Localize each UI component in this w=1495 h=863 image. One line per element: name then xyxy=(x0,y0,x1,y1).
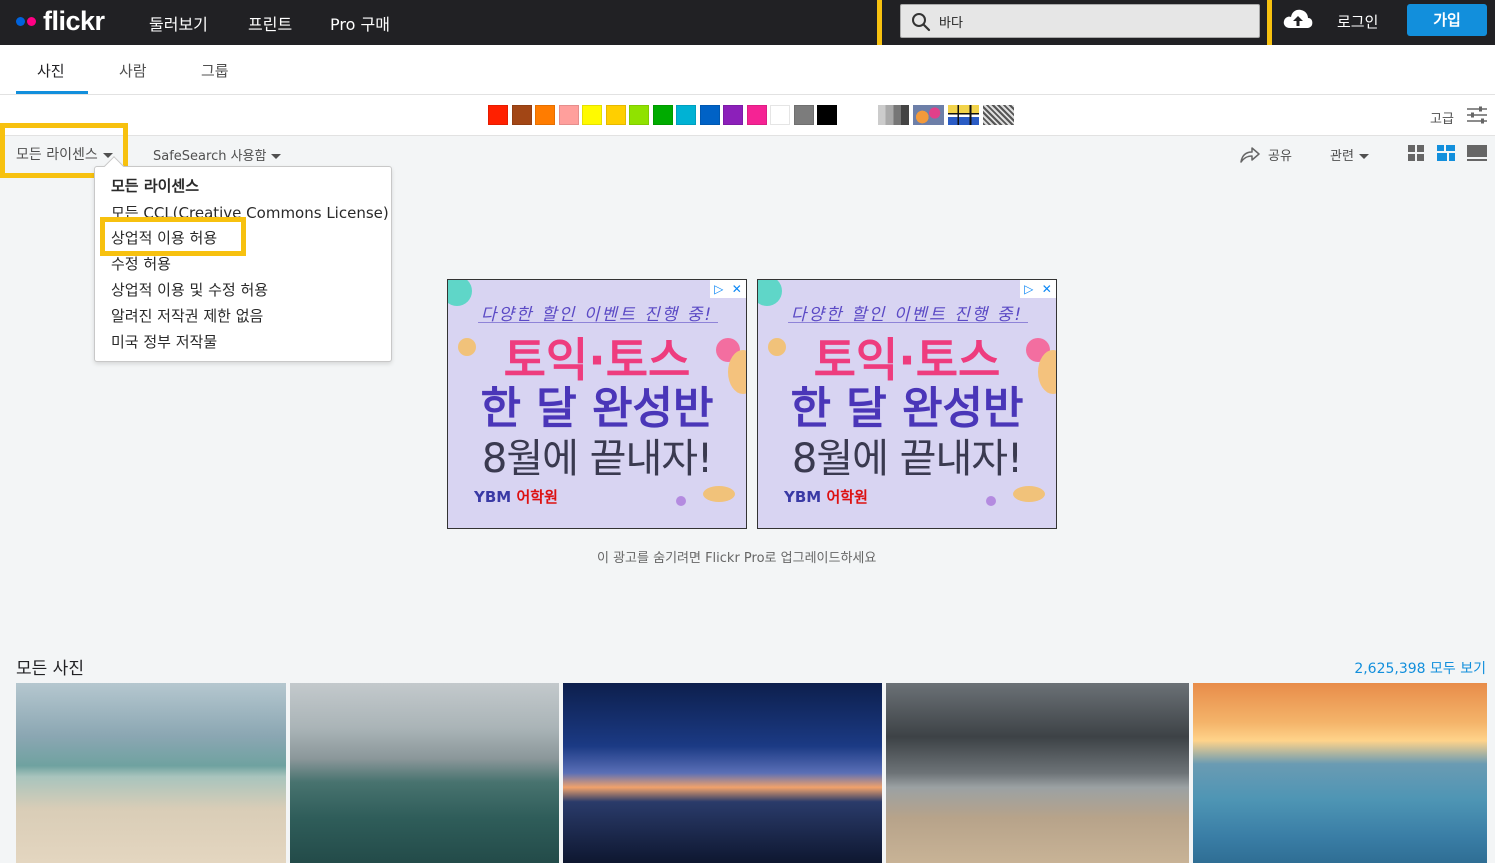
color-swatch[interactable] xyxy=(629,105,649,125)
search-type-tabs: 사진 사람 그룹 xyxy=(0,45,1495,95)
color-swatch[interactable] xyxy=(605,105,626,125)
photo-thumbnail[interactable] xyxy=(1193,683,1487,863)
style-patterns[interactable] xyxy=(983,105,1014,125)
share-label: 공유 xyxy=(1268,149,1292,164)
ad-choices[interactable]: ▷ ✕ xyxy=(710,280,746,298)
ad-tagline: 8월에 끝내자! xyxy=(791,436,1023,482)
share-button[interactable]: 공유 xyxy=(1240,145,1292,164)
photo-thumbnail[interactable] xyxy=(16,683,286,863)
ad-decoration xyxy=(676,496,686,506)
close-icon[interactable]: ✕ xyxy=(732,282,742,296)
advertisement-banner[interactable]: ▷ ✕ 다양한 할인 이벤트 진행 중! 토익·토스 한 달 완성반 8월에 끝… xyxy=(447,279,747,529)
ad-brand-sub: 어학원 xyxy=(826,488,868,506)
nav-link-prints[interactable]: 프린트 xyxy=(248,11,292,35)
ad-decoration xyxy=(986,496,996,506)
ad-brand-mark: YBM xyxy=(784,488,822,506)
menu-item-modifications-allowed[interactable]: 수정 허용 xyxy=(111,253,171,274)
color-filter-bar: 고급 xyxy=(0,95,1495,136)
safesearch-label: SafeSearch 사용함 xyxy=(153,149,267,164)
photo-thumbnail[interactable] xyxy=(290,683,559,863)
login-link[interactable]: 로그인 xyxy=(1337,11,1378,32)
color-swatch[interactable] xyxy=(676,105,696,125)
color-swatch[interactable] xyxy=(793,105,814,125)
upload-cloud-icon[interactable] xyxy=(1282,6,1314,32)
ad-brand-mark: YBM xyxy=(474,488,512,506)
color-swatch[interactable] xyxy=(558,105,579,125)
adchoices-icon[interactable]: ▷ xyxy=(714,282,723,296)
color-swatch[interactable] xyxy=(488,105,508,125)
safesearch-dropdown[interactable]: SafeSearch 사용함 xyxy=(153,145,282,164)
ad-brand: YBM 어학원 xyxy=(784,486,868,507)
ad-brand: YBM 어학원 xyxy=(474,486,558,507)
style-minimalist[interactable] xyxy=(948,105,979,125)
menu-item-all-licenses[interactable]: 모든 라이센스 xyxy=(111,175,199,196)
color-swatch[interactable] xyxy=(723,105,743,125)
color-swatch[interactable] xyxy=(511,105,532,125)
color-swatch[interactable] xyxy=(746,105,767,125)
grid-small-view-icon[interactable] xyxy=(1408,145,1424,161)
color-swatch[interactable] xyxy=(817,105,837,125)
menu-item-commercial-and-modifications[interactable]: 상업적 이용 및 수정 허용 xyxy=(111,279,268,300)
related-label: 관련 xyxy=(1330,149,1354,164)
color-swatch[interactable] xyxy=(582,105,602,125)
color-swatch[interactable] xyxy=(535,105,555,125)
logo-blue-dot xyxy=(16,17,25,26)
signup-button[interactable]: 가입 xyxy=(1407,4,1487,36)
ad-divider xyxy=(788,322,1028,323)
ad-choices[interactable]: ▷ ✕ xyxy=(1020,280,1056,298)
active-tab-indicator xyxy=(16,91,88,94)
share-icon xyxy=(1240,146,1260,163)
style-shallow-depth[interactable] xyxy=(913,105,944,125)
menu-item-no-known-copyright[interactable]: 알려진 저작권 제한 없음 xyxy=(111,305,263,326)
photo-thumbnail[interactable] xyxy=(886,683,1189,863)
ad-upgrade-notice[interactable]: 이 광고를 숨기려면 Flickr Pro로 업그레이드하세요 xyxy=(597,547,876,566)
nav-link-explore[interactable]: 둘러보기 xyxy=(149,11,208,35)
license-dropdown-menu: 모든 라이센스 모든 CCL(Creative Commons License)… xyxy=(94,156,392,362)
menu-item-us-government-works[interactable]: 미국 정부 저작물 xyxy=(111,331,217,352)
color-swatch[interactable] xyxy=(770,105,790,125)
flickr-logo[interactable]: flickr xyxy=(16,6,105,37)
tab-people[interactable]: 사람 xyxy=(119,60,147,81)
advertisement-banner[interactable]: ▷ ✕ 다양한 할인 이벤트 진행 중! 토익·토스 한 달 완성반 8월에 끝… xyxy=(757,279,1057,529)
chevron-down-icon xyxy=(271,154,282,159)
large-view-icon[interactable] xyxy=(1467,145,1487,161)
search-highlight-box xyxy=(877,0,1272,50)
style-swatches xyxy=(878,105,1018,125)
ad-tagline: 8월에 끝내자! xyxy=(481,436,713,482)
chevron-down-icon xyxy=(1358,154,1369,159)
ad-divider xyxy=(478,322,718,323)
advanced-filters-icon[interactable] xyxy=(1466,106,1488,124)
logo-pink-dot xyxy=(27,17,36,26)
ad-brand-sub: 어학원 xyxy=(516,488,558,506)
color-swatch[interactable] xyxy=(699,105,720,125)
style-black-and-white[interactable] xyxy=(878,105,909,125)
nav-link-get-pro[interactable]: Pro 구매 xyxy=(330,11,390,35)
ad-decoration xyxy=(1013,486,1045,502)
color-swatches xyxy=(488,105,841,125)
color-swatch[interactable] xyxy=(652,105,673,125)
justified-view-icon[interactable] xyxy=(1437,145,1455,161)
photos-section-title: 모든 사진 xyxy=(16,659,84,679)
ad-decoration xyxy=(703,486,735,502)
advanced-label[interactable]: 고급 xyxy=(1430,108,1454,127)
commercial-use-highlight-box xyxy=(100,217,246,256)
see-all-photos-link[interactable]: 2,625,398 모두 보기 xyxy=(1354,658,1486,678)
logo-text: flickr xyxy=(43,6,105,36)
sort-related-dropdown[interactable]: 관련 xyxy=(1330,145,1369,164)
adchoices-icon[interactable]: ▷ xyxy=(1024,282,1033,296)
tab-groups[interactable]: 그룹 xyxy=(201,60,229,81)
tab-photos[interactable]: 사진 xyxy=(37,60,65,81)
close-icon[interactable]: ✕ xyxy=(1042,282,1052,296)
photo-thumbnail[interactable] xyxy=(563,683,882,863)
